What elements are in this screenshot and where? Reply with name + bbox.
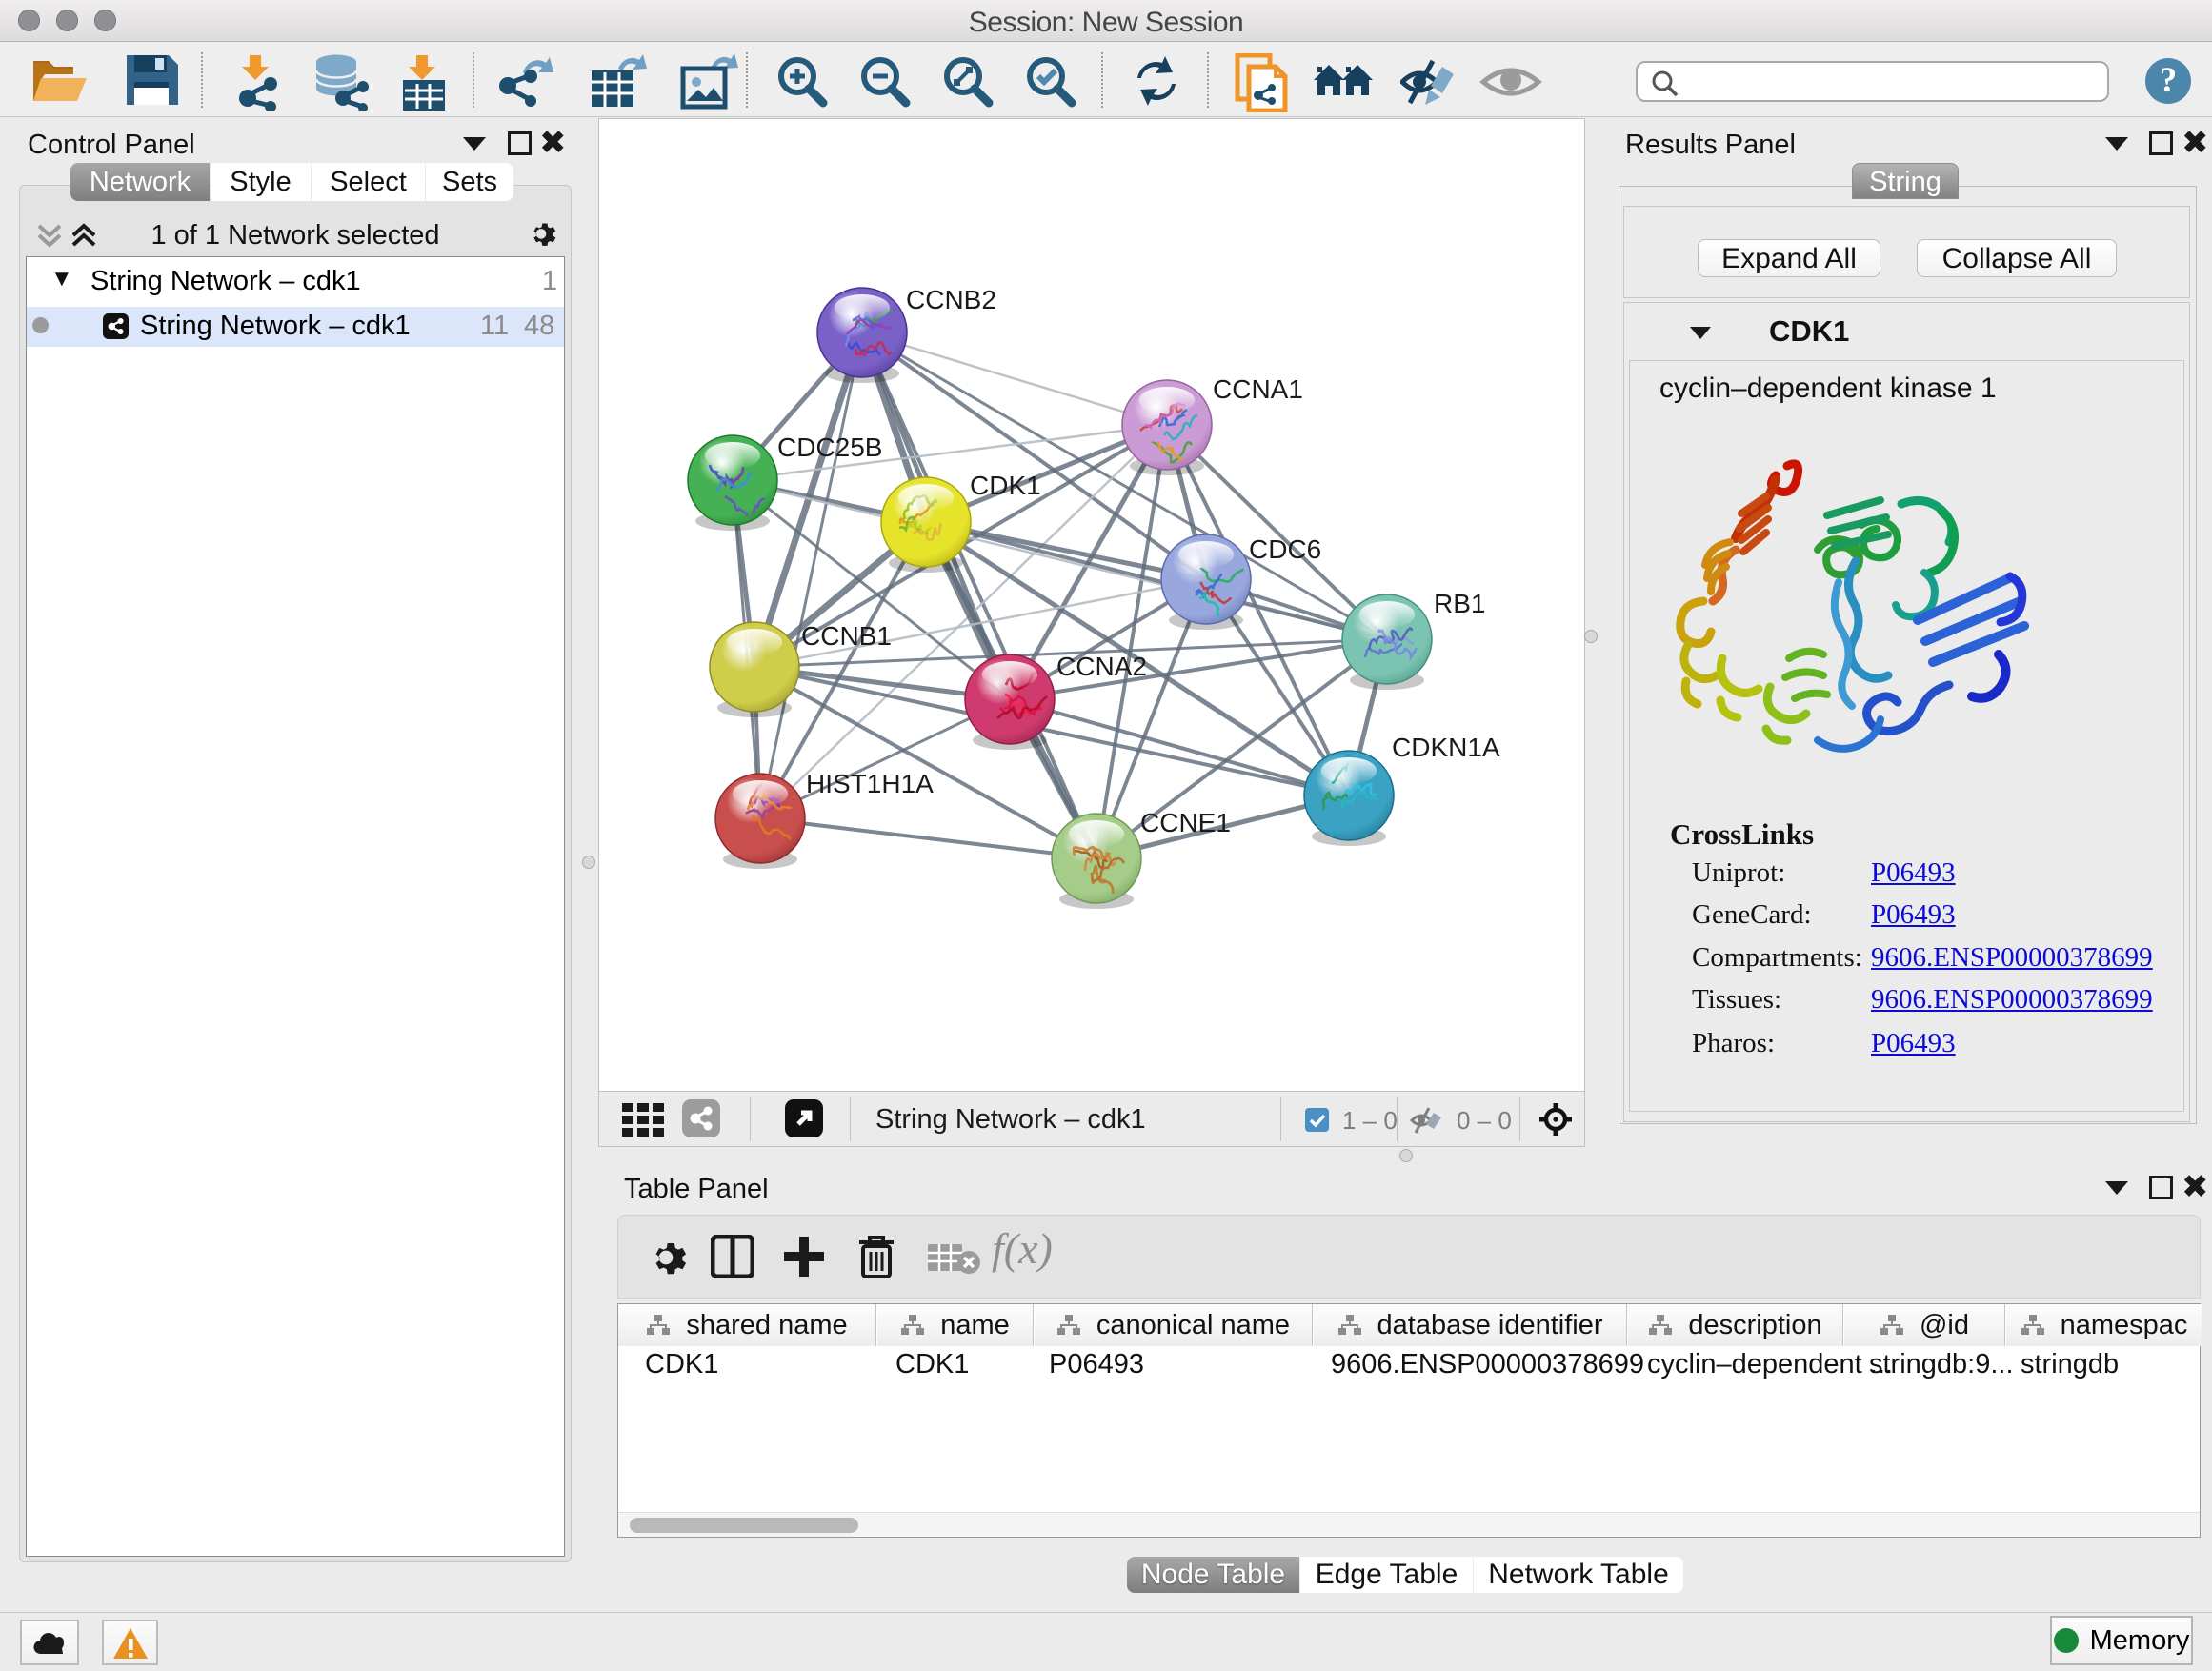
- svg-text:RB1: RB1: [1434, 589, 1485, 618]
- svg-text:CCNE1: CCNE1: [1140, 808, 1231, 837]
- svg-text:CDKN1A: CDKN1A: [1392, 733, 1500, 762]
- svg-text:CCNB1: CCNB1: [801, 621, 892, 651]
- svg-text:HIST1H1A: HIST1H1A: [806, 769, 934, 798]
- svg-text:CCNA1: CCNA1: [1213, 374, 1303, 404]
- svg-text:CDC6: CDC6: [1249, 534, 1321, 564]
- svg-text:CCNB2: CCNB2: [906, 285, 996, 314]
- svg-text:CCNA2: CCNA2: [1056, 652, 1147, 681]
- svg-text:CDK1: CDK1: [970, 471, 1041, 500]
- svg-text:CDC25B: CDC25B: [777, 433, 882, 462]
